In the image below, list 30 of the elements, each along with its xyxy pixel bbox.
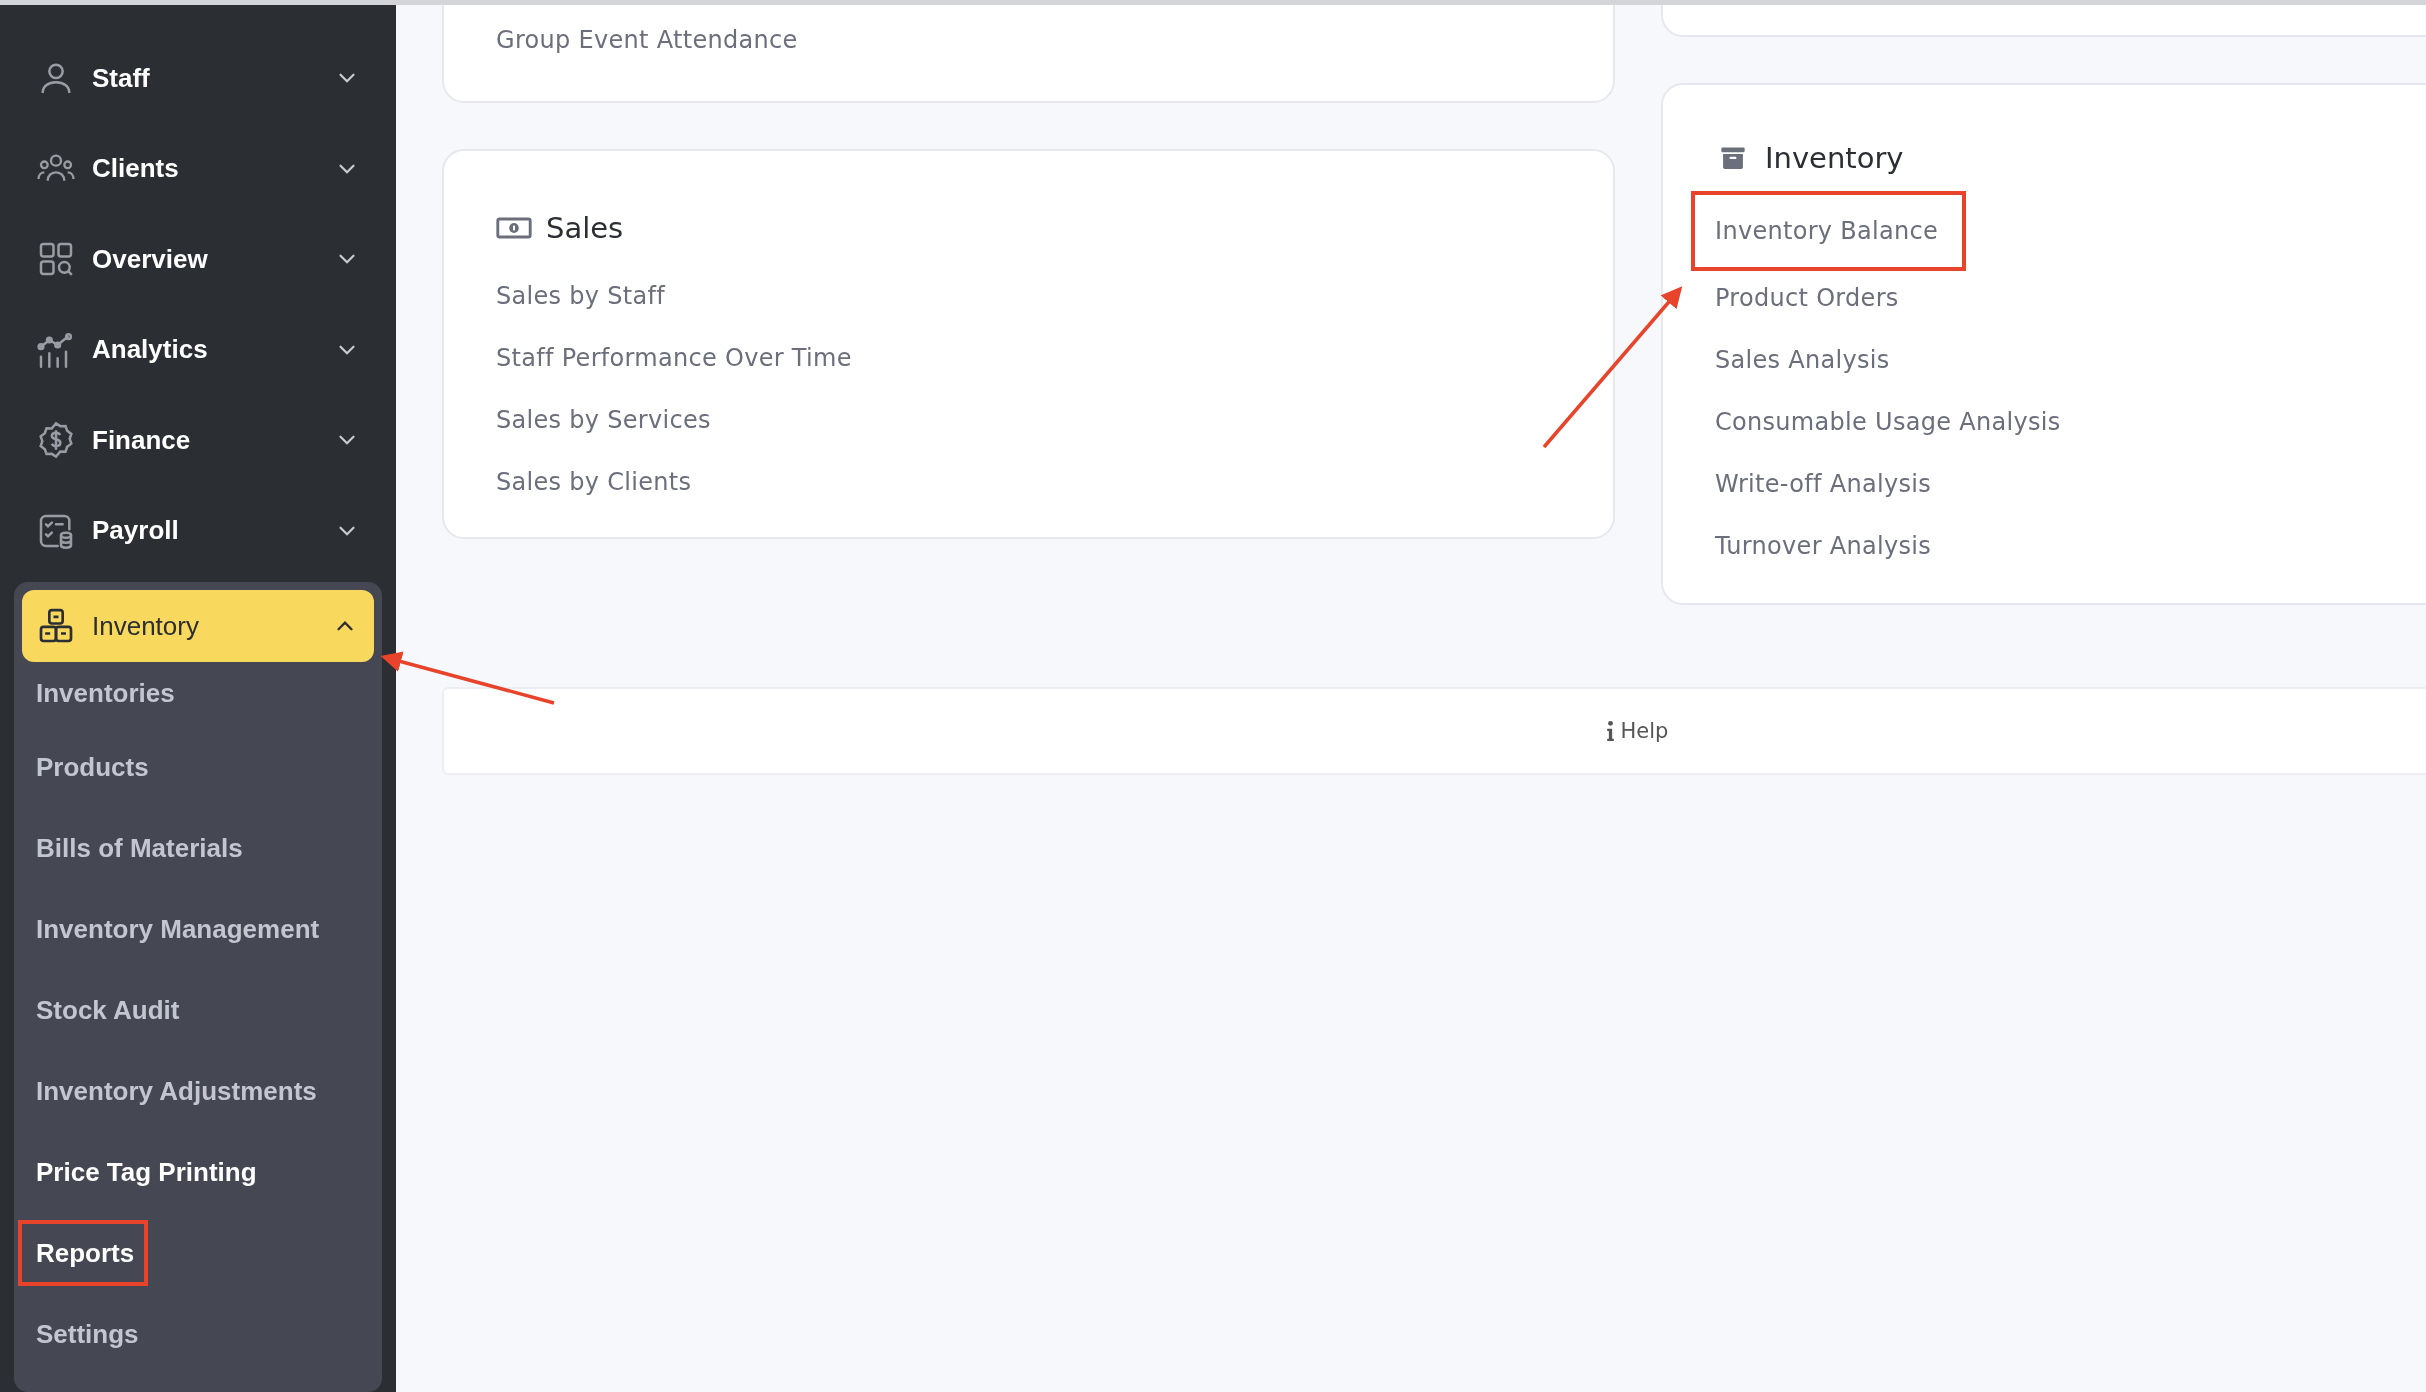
report-link[interactable]: Sales by Clients [496, 451, 692, 513]
card-title: Inventory [1765, 141, 1904, 175]
dollar-badge-icon [36, 420, 76, 461]
report-link[interactable]: Product Orders [1715, 267, 1899, 329]
info-icon [1605, 720, 1615, 742]
card-title: Sales [546, 211, 624, 245]
help-link[interactable]: Help [1605, 719, 1669, 743]
nav-item[interactable]: Finance [14, 395, 382, 486]
report-link[interactable]: Turnover Analysis [1715, 515, 1931, 577]
report-link[interactable]: Staff Performance Over Time [496, 327, 852, 389]
report-link[interactable]: Write-off Analysis [1715, 453, 1931, 515]
report-link[interactable]: Consumable Usage Analysis [1715, 391, 2061, 453]
nav-item[interactable]: Staff [14, 33, 382, 124]
report-link[interactable]: Group Event Attendance [496, 9, 798, 71]
submenu-item[interactable]: Inventory Management [22, 900, 330, 958]
nav-item[interactable]: Inventory [22, 590, 374, 662]
submenu-item[interactable]: Inventory Adjustments [22, 1062, 327, 1120]
nav-item[interactable]: Payroll [14, 485, 382, 576]
report-link[interactable]: Sales by Staff [496, 265, 666, 327]
nav-item[interactable]: Overview [14, 214, 382, 305]
submenu-item[interactable]: Products [22, 738, 159, 796]
submenu-item[interactable]: Stock Audit [22, 981, 190, 1039]
submenu-item[interactable]: Settings [22, 1305, 149, 1363]
report-link[interactable]: Sales by Services [496, 389, 711, 451]
submenu-item[interactable]: Price Tag Printing [22, 1143, 267, 1201]
report-link[interactable]: Sales Analysis [1715, 329, 1890, 391]
nav-item[interactable]: Clients [14, 123, 382, 214]
submenu-item[interactable]: Inventories [22, 664, 185, 722]
submenu-item[interactable]: Bills of Materials [22, 819, 253, 877]
nav-item[interactable]: Analytics [14, 304, 382, 395]
